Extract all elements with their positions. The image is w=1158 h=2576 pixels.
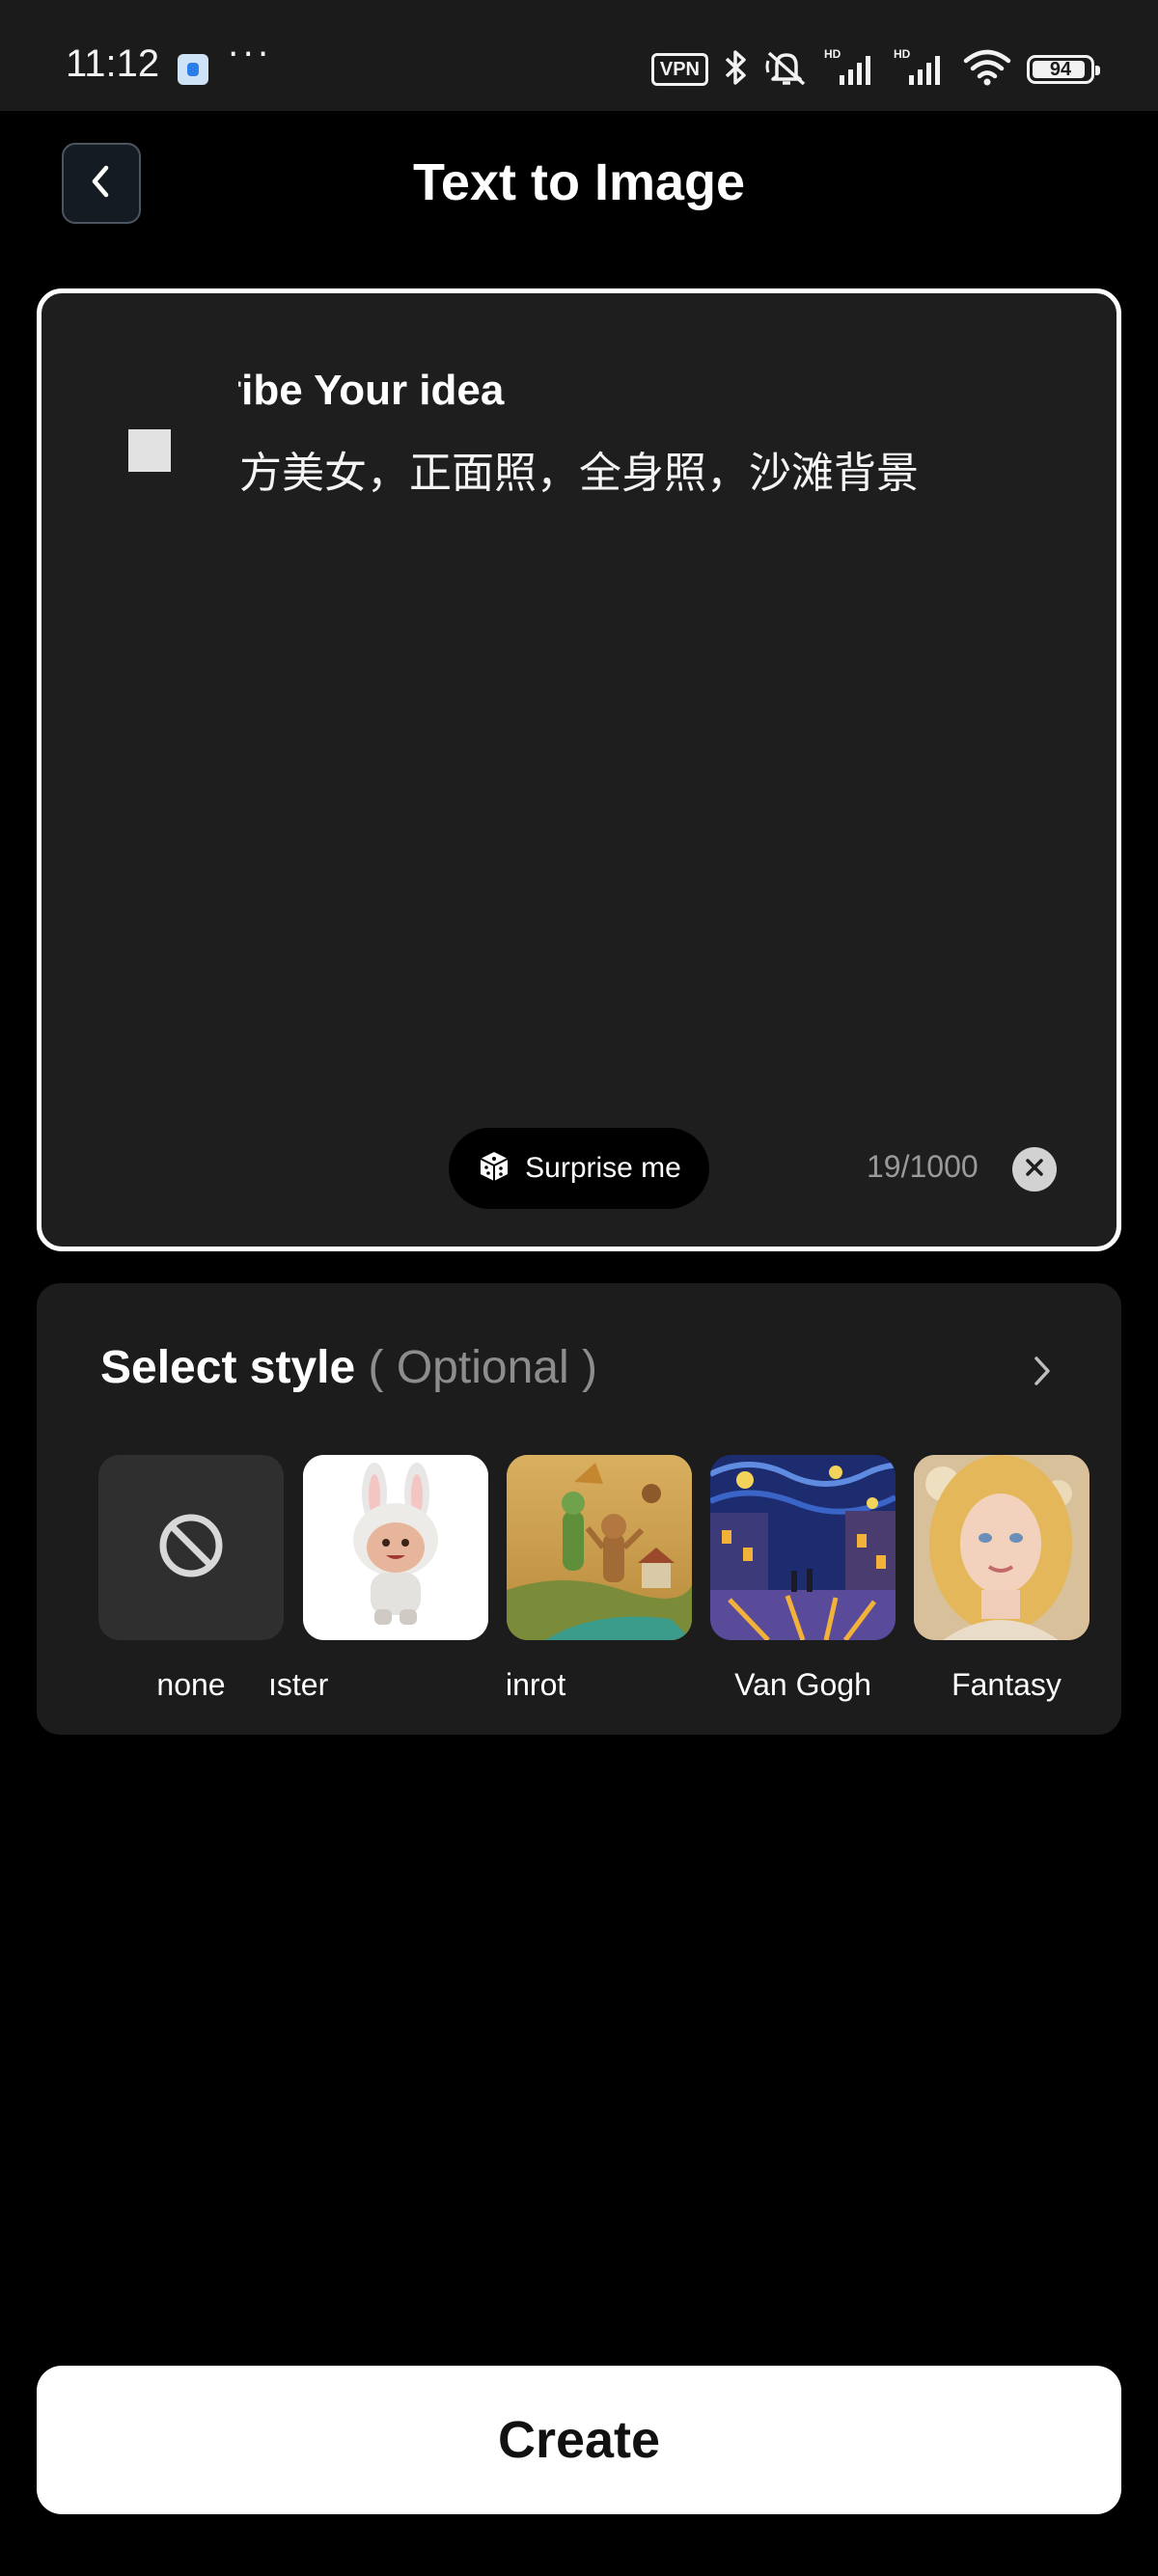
hd-signal-icon: HD [894, 46, 948, 93]
starry-street-image [710, 1455, 896, 1640]
surreal-scene-image [507, 1455, 692, 1640]
clear-text-button[interactable] [1012, 1147, 1057, 1192]
create-label: Create [497, 2411, 661, 2469]
svg-text:HD: HD [824, 47, 841, 61]
hd-signal-icon: HD [824, 46, 878, 93]
style-label-none: none [156, 1667, 226, 1702]
style-option-brainrot[interactable] [507, 1455, 692, 1640]
prompt-card[interactable]: ribe Your idea 方美女，正面照，全身照，沙滩背景 Surprise… [37, 288, 1121, 1251]
battery-icon: 94 [1027, 55, 1100, 84]
close-icon [1023, 1156, 1046, 1183]
prompt-input[interactable]: 方美女，正面照，全身照，沙滩背景 [239, 438, 919, 500]
status-bar: 11:12 ··· VPN HD HD 94 [0, 0, 1158, 111]
style-option-fantasy[interactable] [914, 1455, 1089, 1640]
app-notification-icon [178, 54, 208, 85]
mute-icon [764, 47, 809, 92]
style-label-fantasy: Fantasy [951, 1667, 1062, 1702]
style-option-monster[interactable] [303, 1455, 488, 1640]
wifi-icon [963, 48, 1011, 91]
style-title: Select style ( Optional ) [100, 1341, 597, 1394]
prompt-heading: ribe Your idea [225, 367, 505, 414]
vpn-icon: VPN [650, 53, 708, 86]
status-icons: VPN HD HD 94 [650, 46, 1100, 93]
style-card: Select style ( Optional ) none ıster inr… [37, 1283, 1121, 1735]
surprise-me-button[interactable]: Surprise me [449, 1128, 709, 1209]
svg-text:HD: HD [894, 47, 911, 61]
prohibited-icon [157, 1512, 225, 1583]
surprise-me-label: Surprise me [525, 1152, 681, 1184]
battery-percent: 94 [1049, 58, 1072, 80]
page-title: Text to Image [412, 153, 746, 211]
style-option-van-gogh[interactable] [710, 1455, 896, 1640]
style-option-none[interactable] [98, 1455, 284, 1640]
dice-icon [477, 1149, 511, 1188]
bluetooth-icon [724, 48, 749, 91]
style-label-monster: ıster [268, 1667, 329, 1702]
fantasy-portrait-image [914, 1455, 1089, 1640]
chevron-right-icon [1032, 1354, 1053, 1392]
style-more-button[interactable] [1023, 1349, 1062, 1397]
style-label-van-gogh: Van Gogh [734, 1667, 871, 1702]
prompt-checkbox[interactable] [128, 429, 171, 472]
style-title-label: Select style [100, 1342, 356, 1393]
status-time: 11:12 [66, 42, 160, 85]
more-notifications-icon: ··· [228, 35, 273, 74]
create-button[interactable]: Create [37, 2366, 1121, 2514]
character-counter: 19/1000 [867, 1149, 979, 1184]
bunny-character-image [303, 1455, 488, 1640]
style-label-brainrot: inrot [506, 1667, 566, 1702]
style-optional-label: ( Optional ) [368, 1342, 597, 1393]
